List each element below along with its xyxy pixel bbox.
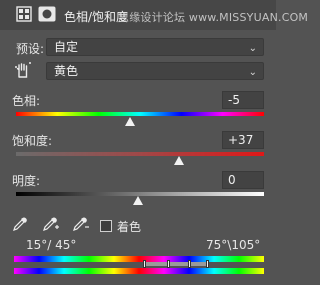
saturation-slider-track[interactable] — [16, 152, 264, 156]
channel-value: 黄色 — [54, 64, 79, 78]
saturation-input[interactable]: +37 — [222, 131, 264, 149]
channel-dropdown[interactable]: 黄色 ⌄ — [46, 62, 264, 80]
range-right-label: 75°\105° — [206, 238, 261, 252]
hue-saturation-panel: 色相/饱和度 思缘设计论坛 www.MISSYUAN.COM 预设: 自定 ⌄ … — [0, 0, 308, 285]
saturation-value: +37 — [228, 133, 254, 147]
colorize-checkbox[interactable] — [100, 220, 112, 232]
eyedropper-plus-icon[interactable] — [42, 216, 60, 235]
range-selection-bar[interactable] — [146, 262, 207, 266]
lightness-value: 0 — [228, 173, 236, 187]
lightness-slider-thumb[interactable] — [133, 196, 143, 205]
panel-header: 色相/饱和度 思缘设计论坛 www.MISSYUAN.COM — [0, 0, 308, 30]
hue-slider-thumb[interactable] — [125, 117, 135, 126]
range-handle-right-outer[interactable] — [206, 260, 209, 268]
eyedropper-icon[interactable] — [12, 216, 28, 235]
preset-value: 自定 — [54, 40, 79, 54]
result-color-bar — [14, 268, 264, 274]
saturation-label: 饱和度: — [12, 134, 53, 148]
eyedropper-minus-icon[interactable] — [72, 216, 90, 235]
hue-label: 色相: — [12, 94, 41, 108]
saturation-slider-thumb[interactable] — [174, 156, 184, 165]
mask-icon[interactable] — [38, 6, 56, 25]
range-handle-left-inner[interactable] — [167, 260, 170, 268]
hand-target-icon[interactable] — [14, 61, 32, 82]
lightness-input[interactable]: 0 — [222, 171, 264, 189]
hue-value: -5 — [228, 93, 240, 107]
chevron-down-icon: ⌄ — [248, 67, 257, 78]
hue-slider-track[interactable] — [16, 112, 264, 116]
hue-input[interactable]: -5 — [222, 91, 264, 109]
range-handle-left-outer[interactable] — [143, 260, 146, 268]
preset-label: 预设: — [16, 42, 45, 56]
colorize-label: 着色 — [117, 220, 142, 234]
range-handle-right-inner[interactable] — [188, 260, 191, 268]
range-left-label: 15°/ 45° — [26, 238, 77, 252]
watermark: 思缘设计论坛 www.MISSYUAN.COM — [118, 11, 309, 24]
adjustment-layer-icon — [16, 6, 32, 25]
chevron-down-icon: ⌄ — [248, 43, 257, 54]
source-color-bar — [14, 256, 264, 262]
preset-dropdown[interactable]: 自定 ⌄ — [46, 38, 264, 56]
lightness-label: 明度: — [12, 174, 41, 188]
